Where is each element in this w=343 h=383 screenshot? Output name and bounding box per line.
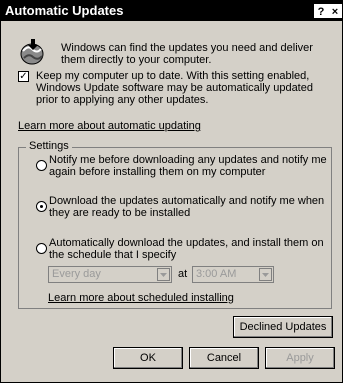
close-button[interactable]: × (328, 4, 342, 18)
apply-button[interactable]: Apply (265, 347, 335, 369)
chevron-down-icon[interactable] (157, 268, 170, 281)
intro-text: Windows can find the updates you need an… (61, 42, 313, 66)
schedule-time-dropdown[interactable]: 3:00 AM (192, 266, 274, 283)
keep-up-to-date-checkbox[interactable]: ✓ (18, 71, 29, 82)
keep-up-to-date-label[interactable]: Keep my computer up to date. With this s… (36, 70, 336, 106)
notify-before-download-radio[interactable] (36, 160, 47, 171)
learn-more-automatic-updating-link[interactable]: Learn more about automatic updating (18, 120, 201, 132)
windows-update-globe-icon (20, 39, 44, 65)
schedule-at-label: at (178, 268, 188, 280)
download-automatically-radio[interactable] (36, 201, 47, 212)
automatic-updates-window: Automatic Updates ? × Windows can find t… (0, 0, 343, 383)
ok-button[interactable]: OK (113, 347, 183, 369)
title-bar[interactable]: Automatic Updates ? × (1, 1, 342, 21)
chevron-down-icon[interactable] (259, 268, 272, 281)
notify-before-download-label[interactable]: Notify me before downloading any updates… (49, 154, 329, 178)
help-button[interactable]: ? (314, 4, 328, 18)
learn-more-scheduled-installing-link[interactable]: Learn more about scheduled installing (48, 292, 234, 304)
schedule-day-value: Every day (52, 268, 101, 280)
scheduled-install-label[interactable]: Automatically download the updates, and … (49, 237, 329, 261)
cancel-button[interactable]: Cancel (189, 347, 259, 369)
settings-group-label: Settings (26, 139, 72, 153)
download-automatically-label[interactable]: Download the updates automatically and n… (49, 195, 329, 219)
window-title: Automatic Updates (5, 3, 124, 18)
declined-updates-button[interactable]: Declined Updates (233, 316, 333, 338)
scheduled-install-radio[interactable] (36, 243, 47, 254)
schedule-time-value: 3:00 AM (196, 268, 237, 280)
schedule-day-dropdown[interactable]: Every day (48, 266, 172, 283)
